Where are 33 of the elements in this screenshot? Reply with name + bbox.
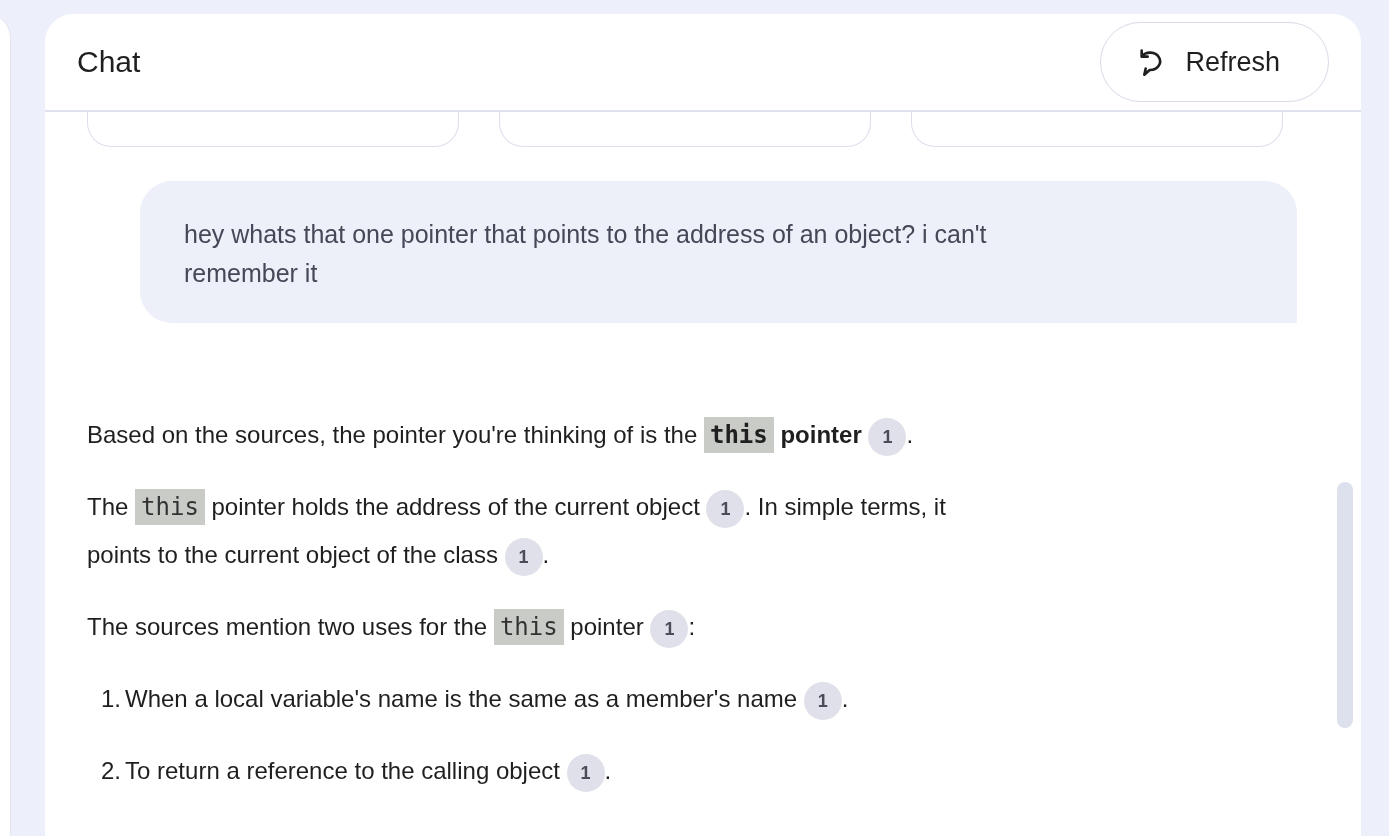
inline-code: this	[135, 489, 205, 525]
response-text: .	[841, 685, 849, 712]
citation-chip[interactable]: 1	[868, 417, 907, 456]
response-text: .	[906, 421, 914, 448]
response-text: pointer	[570, 613, 644, 640]
suggestion-card[interactable]	[911, 112, 1283, 147]
citation-chip[interactable]: 1	[504, 537, 543, 576]
response-text: pointer holds the address of the current object	[211, 493, 700, 520]
response-text: The	[87, 493, 129, 520]
response-text: .	[542, 541, 550, 568]
response-text: When a local variable's name is the same as a member's name	[125, 685, 798, 712]
response-text: . In simple terms, it	[744, 493, 946, 520]
citation-chip[interactable]: 1	[803, 681, 842, 720]
suggestion-card[interactable]	[87, 112, 459, 147]
list-number: 1.	[101, 684, 121, 714]
inline-code: this	[493, 609, 564, 645]
inline-code: this	[703, 417, 774, 453]
suggestion-card[interactable]	[499, 112, 871, 147]
refresh-button[interactable]: Refresh	[1100, 22, 1329, 102]
list-number: 2.	[101, 756, 121, 786]
citation-chip[interactable]: 1	[706, 489, 745, 528]
response-text: .	[604, 757, 612, 784]
response-text: The sources mention two uses for the	[87, 613, 488, 640]
scrollbar[interactable]	[1337, 482, 1353, 728]
response-text: :	[688, 613, 696, 640]
response-text: pointer	[780, 421, 862, 448]
panel-title: Chat	[77, 45, 141, 79]
response-text: Based on the sources, the pointer you're thinking of is the	[87, 421, 698, 448]
response-text: points to the current object of the class	[87, 541, 498, 568]
response-text: To return a reference to the calling object	[125, 757, 560, 784]
citation-chip[interactable]: 1	[650, 609, 689, 648]
user-message: hey whats that one pointer that points to the address of an object? i can't remember it	[140, 181, 1297, 323]
citation-chip[interactable]: 1	[566, 753, 605, 792]
